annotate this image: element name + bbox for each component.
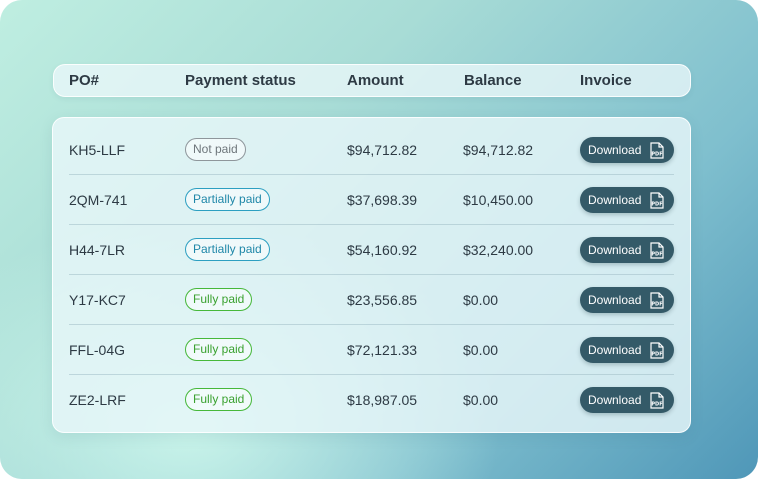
column-header-amount: Amount (347, 72, 404, 89)
download-invoice-button[interactable]: Download PDF (580, 237, 674, 263)
amount-value: $18,987.05 (347, 392, 418, 408)
column-header-balance: Balance (464, 72, 522, 89)
table-header: PO# Payment status Amount Balance Invoic… (53, 64, 691, 97)
amount-value: $94,712.82 (347, 142, 418, 158)
download-label: Download (588, 393, 642, 407)
download-label: Download (588, 143, 642, 157)
po-number: H44-7LR (69, 242, 126, 258)
svg-text:PDF: PDF (651, 202, 662, 208)
po-number: KH5-LLF (69, 142, 126, 158)
po-number: FFL-04G (69, 342, 126, 358)
po-number: Y17-KC7 (69, 292, 126, 308)
pdf-file-icon: PDF (650, 392, 664, 409)
status-badge: Fully paid (185, 388, 253, 411)
status-badge: Not paid (185, 138, 246, 161)
amount-value: $23,556.85 (347, 292, 418, 308)
table-row: 2QM-741 Partially paid $37,698.39 $10,45… (53, 175, 690, 225)
download-invoice-button[interactable]: Download PDF (580, 287, 674, 313)
invoice-card: PO# Payment status Amount Balance Invoic… (0, 0, 758, 479)
table-row: FFL-04G Fully paid $72,121.33 $0.00 Down… (53, 325, 690, 375)
download-label: Download (588, 293, 642, 307)
svg-text:PDF: PDF (651, 402, 662, 408)
svg-text:PDF: PDF (651, 302, 662, 308)
balance-value: $10,450.00 (463, 192, 534, 208)
column-header-po: PO# (69, 72, 100, 89)
column-header-payment-status: Payment status (185, 72, 296, 89)
status-badge: Partially paid (185, 238, 270, 261)
status-badge: Partially paid (185, 188, 270, 211)
pdf-file-icon: PDF (650, 342, 664, 359)
balance-value: $94,712.82 (463, 142, 534, 158)
svg-text:PDF: PDF (651, 252, 662, 258)
balance-value: $0.00 (463, 392, 499, 408)
status-badge: Fully paid (185, 288, 253, 311)
balance-value: $0.00 (463, 292, 499, 308)
svg-text:PDF: PDF (651, 152, 662, 158)
po-number: ZE2-LRF (69, 392, 126, 408)
balance-value: $0.00 (463, 342, 499, 358)
download-label: Download (588, 343, 642, 357)
pdf-file-icon: PDF (650, 242, 664, 259)
invoice-table: KH5-LLF Not paid $94,712.82 $94,712.82 D… (52, 117, 691, 433)
po-number: 2QM-741 (69, 192, 128, 208)
download-invoice-button[interactable]: Download PDF (580, 187, 674, 213)
table-row: KH5-LLF Not paid $94,712.82 $94,712.82 D… (53, 125, 690, 175)
column-header-invoice: Invoice (580, 72, 632, 89)
download-invoice-button[interactable]: Download PDF (580, 137, 674, 163)
amount-value: $72,121.33 (347, 342, 418, 358)
amount-value: $54,160.92 (347, 242, 418, 258)
pdf-file-icon: PDF (650, 192, 664, 209)
table-row: Y17-KC7 Fully paid $23,556.85 $0.00 Down… (53, 275, 690, 325)
table-row: ZE2-LRF Fully paid $18,987.05 $0.00 Down… (53, 375, 690, 425)
download-label: Download (588, 243, 642, 257)
status-badge: Fully paid (185, 338, 253, 361)
amount-value: $37,698.39 (347, 192, 418, 208)
balance-value: $32,240.00 (463, 242, 534, 258)
download-invoice-button[interactable]: Download PDF (580, 387, 674, 413)
download-label: Download (588, 193, 642, 207)
download-invoice-button[interactable]: Download PDF (580, 337, 674, 363)
svg-text:PDF: PDF (651, 352, 662, 358)
table-row: H44-7LR Partially paid $54,160.92 $32,24… (53, 225, 690, 275)
pdf-file-icon: PDF (650, 292, 664, 309)
pdf-file-icon: PDF (650, 142, 664, 159)
